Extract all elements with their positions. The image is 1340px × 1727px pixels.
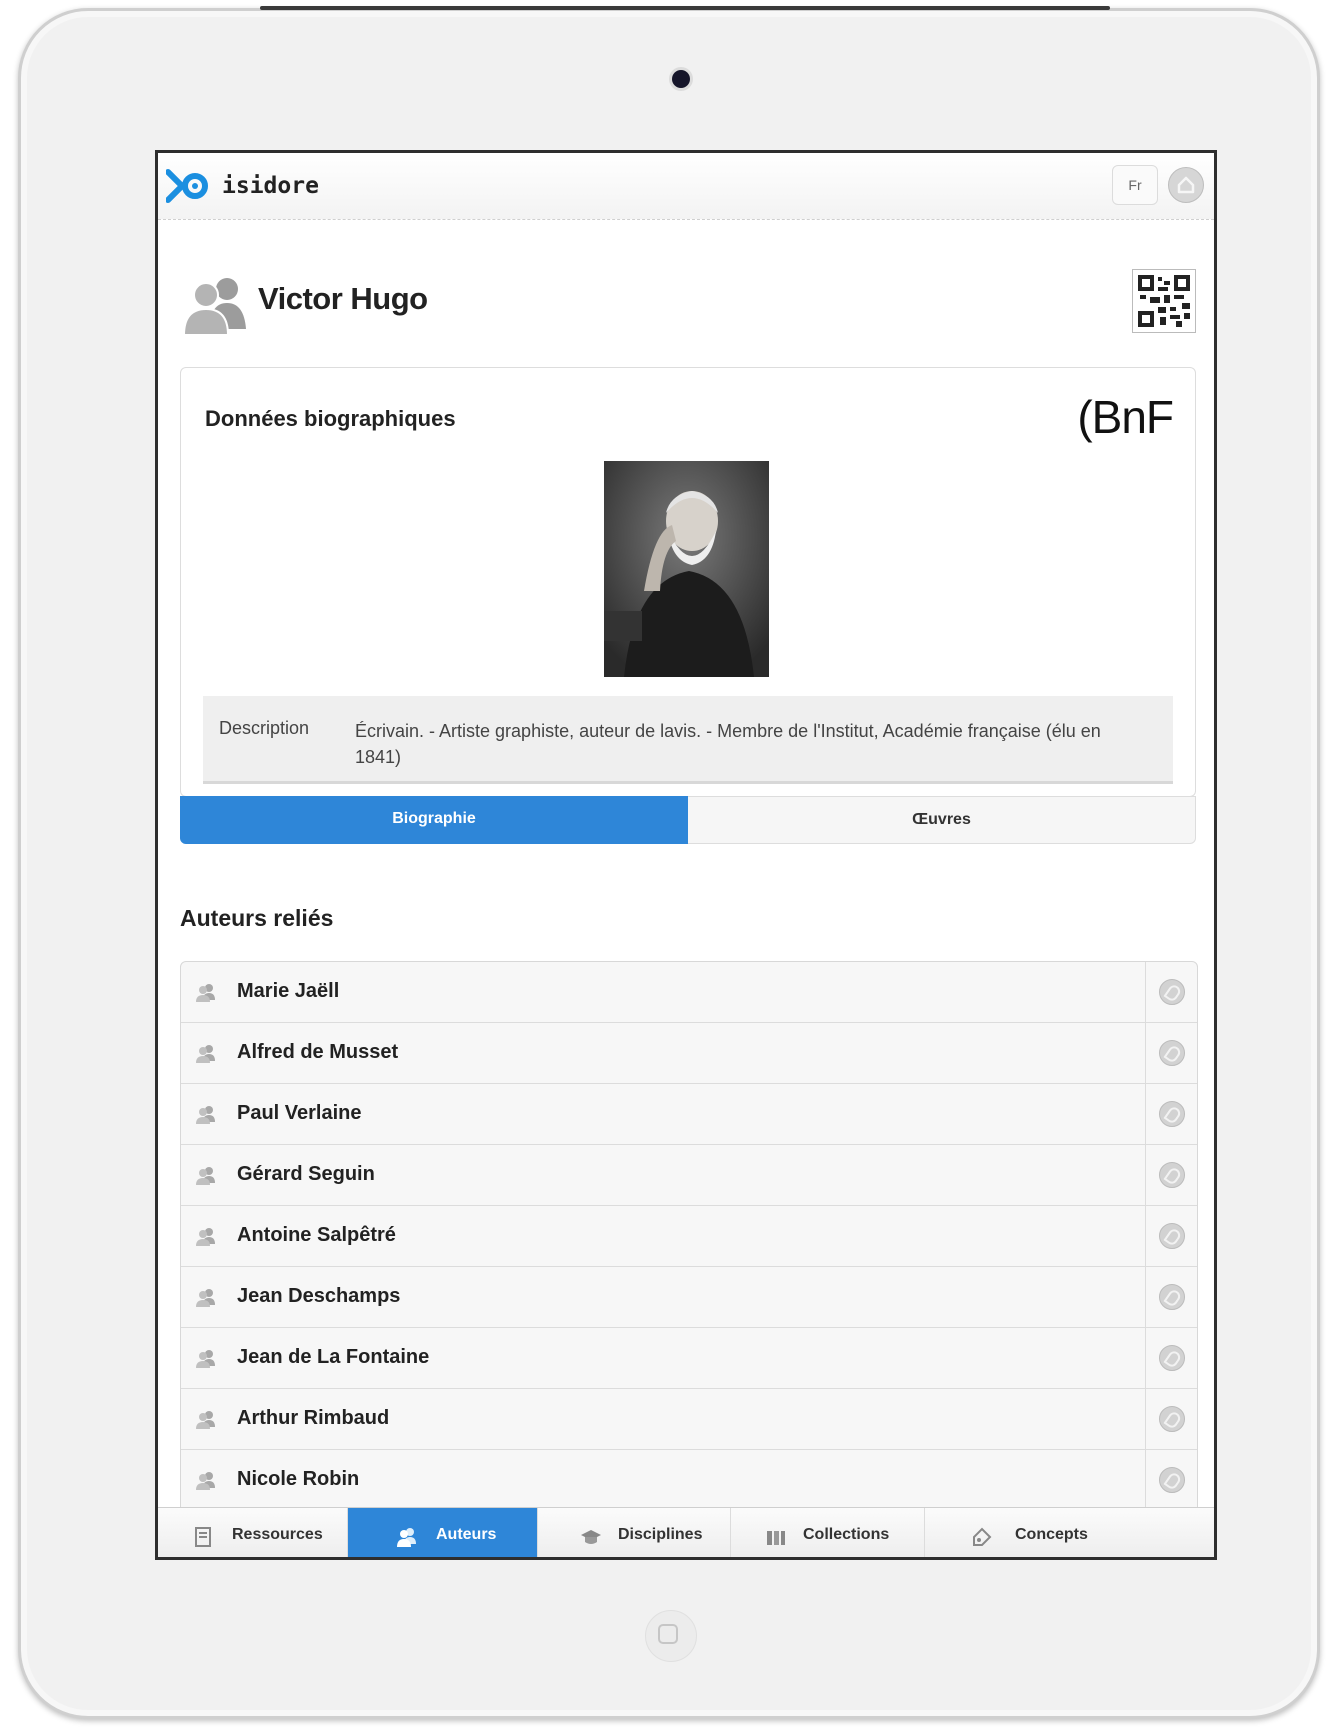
person-icon (196, 984, 215, 1002)
external-link-button[interactable] (1145, 1145, 1197, 1205)
related-author-name: Marie Jaëll (237, 980, 340, 1002)
camera-icon (672, 70, 690, 88)
language-button[interactable]: Fr (1112, 165, 1158, 205)
content-tabs: Biographie Œuvres (180, 796, 1196, 844)
related-author-name: Jean Deschamps (237, 1285, 401, 1307)
tablet-top-edge (260, 6, 1110, 10)
graduation-cap-icon (580, 1526, 602, 1548)
link-icon (1159, 1467, 1185, 1493)
people-icon (396, 1526, 418, 1548)
related-authors-list: Marie Jaëll Alfred de Musset Paul Verlaine… (180, 961, 1198, 1512)
nav-item-ressources[interactable]: Ressources (158, 1508, 348, 1557)
external-link-button[interactable] (1145, 1084, 1197, 1144)
person-icon (196, 1106, 215, 1124)
related-author-row[interactable]: Gérard Seguin (181, 1145, 1197, 1206)
related-author-name: Nicole Robin (237, 1468, 360, 1490)
related-author-row[interactable]: Marie Jaëll (181, 962, 1197, 1023)
related-author-row[interactable]: Jean de La Fontaine (181, 1328, 1197, 1389)
nav-item-disciplines[interactable]: Disciplines (538, 1508, 731, 1557)
external-link-button[interactable] (1145, 1450, 1197, 1510)
nav-item-label: Ressources (232, 1526, 323, 1543)
bnf-logo[interactable]: (BnF (1077, 390, 1174, 444)
link-icon (1159, 1223, 1185, 1249)
link-icon (1159, 1040, 1185, 1066)
related-author-row[interactable]: Nicole Robin (181, 1450, 1197, 1511)
person-icon (196, 1411, 215, 1429)
related-author-name: Arthur Rimbaud (237, 1407, 390, 1429)
related-authors-heading: Auteurs reliés (180, 905, 334, 931)
link-icon (1159, 1345, 1185, 1371)
author-portrait-image (604, 461, 769, 677)
author-people-icon (182, 278, 246, 335)
collection-icon (765, 1526, 787, 1548)
link-icon (1159, 1406, 1185, 1432)
related-author-name: Paul Verlaine (237, 1102, 362, 1124)
person-icon (196, 1167, 215, 1185)
biography-card: Données biographiques (BnF Description É… (180, 367, 1196, 797)
external-link-button[interactable] (1145, 1267, 1197, 1327)
related-author-row[interactable]: Antoine Salpêtré (181, 1206, 1197, 1267)
home-icon (1177, 176, 1195, 194)
description-label: Description (219, 718, 310, 738)
description-value: Écrivain. - Artiste graphiste, auteur de… (355, 721, 1101, 767)
related-author-name: Antoine Salpêtré (237, 1224, 396, 1246)
tab-biographie[interactable]: Biographie (180, 796, 688, 844)
external-link-button[interactable] (1145, 1206, 1197, 1266)
app-logo-text[interactable]: isidore (222, 173, 319, 199)
page-title: Victor Hugo (258, 281, 428, 316)
person-icon (196, 1289, 215, 1307)
external-link-button[interactable] (1145, 1023, 1197, 1083)
person-icon (196, 1350, 215, 1368)
app-header: isidore Fr (158, 153, 1214, 220)
qr-code-icon (1138, 275, 1190, 327)
nav-item-collections[interactable]: Collections (731, 1508, 925, 1557)
external-link-button[interactable] (1145, 1328, 1197, 1388)
external-link-button[interactable] (1145, 962, 1197, 1022)
home-button[interactable] (1168, 167, 1204, 203)
related-author-row[interactable]: Alfred de Musset (181, 1023, 1197, 1084)
tablet-screen: isidore Fr Victor Hugo Données biographi… (155, 150, 1217, 1560)
related-author-row[interactable]: Arthur Rimbaud (181, 1389, 1197, 1450)
description-row: Description Écrivain. - Artiste graphist… (203, 696, 1173, 784)
nav-item-label: Disciplines (618, 1526, 703, 1543)
related-author-name: Gérard Seguin (237, 1163, 375, 1185)
related-author-name: Jean de La Fontaine (237, 1346, 430, 1368)
nav-item-concepts[interactable]: Concepts (925, 1508, 1214, 1557)
person-icon (196, 1045, 215, 1063)
isidore-logo-icon (166, 169, 208, 203)
link-icon (1159, 1162, 1185, 1188)
bottom-navigation: Ressources Auteurs Disciplines Collections C… (158, 1507, 1214, 1557)
nav-item-auteurs[interactable]: Auteurs (348, 1508, 538, 1557)
qr-code-button[interactable] (1132, 269, 1196, 333)
external-link-button[interactable] (1145, 1389, 1197, 1449)
related-author-row[interactable]: Jean Deschamps (181, 1267, 1197, 1328)
related-author-row[interactable]: Paul Verlaine (181, 1084, 1197, 1145)
related-author-name: Alfred de Musset (237, 1041, 399, 1063)
card-title: Données biographiques (205, 406, 456, 431)
person-icon (196, 1472, 215, 1490)
link-icon (1159, 1284, 1185, 1310)
link-icon (1159, 979, 1185, 1005)
link-icon (1159, 1101, 1185, 1127)
nav-item-label: Concepts (1015, 1526, 1088, 1543)
nav-item-label: Auteurs (436, 1526, 497, 1543)
document-icon (192, 1526, 214, 1548)
person-icon (196, 1228, 215, 1246)
tag-icon (971, 1526, 993, 1548)
tab-oeuvres[interactable]: Œuvres (688, 796, 1196, 844)
nav-item-label: Collections (803, 1526, 890, 1543)
home-button-square-icon (658, 1624, 678, 1644)
